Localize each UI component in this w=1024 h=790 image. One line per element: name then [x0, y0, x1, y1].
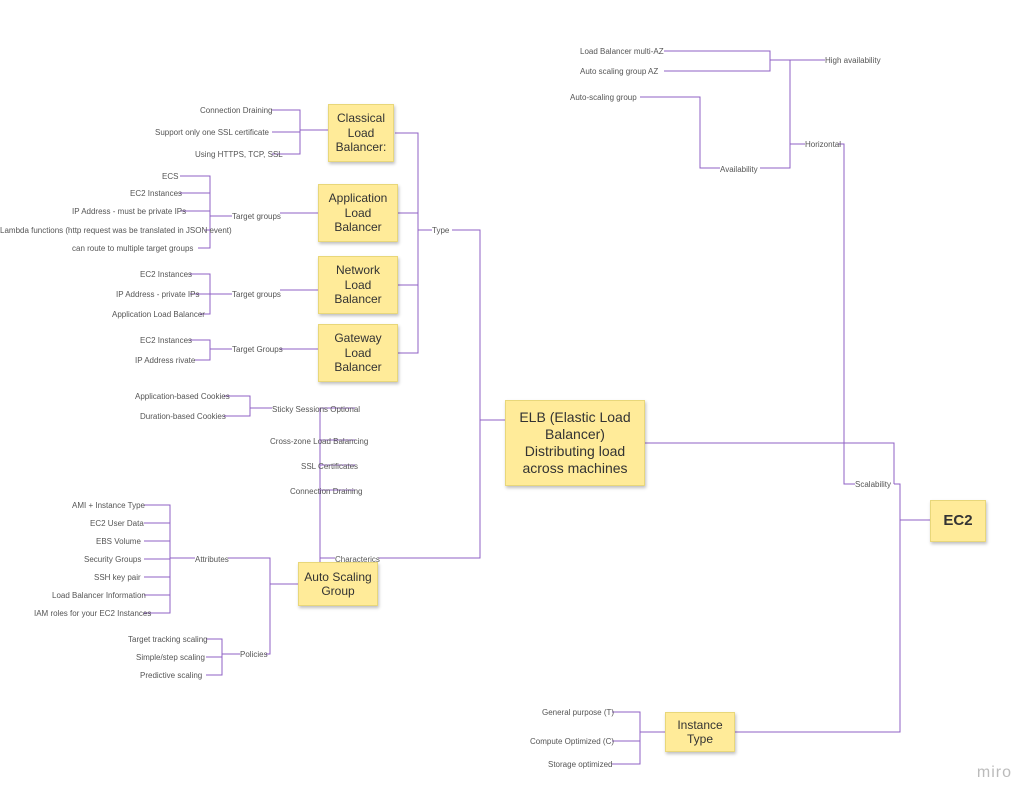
node-network-lb[interactable]: Network Load Balancer — [318, 256, 398, 314]
leaf: EC2 Instances — [130, 189, 182, 198]
leaf: Application-based Cookies — [135, 392, 230, 401]
leaf: Target tracking scaling — [128, 635, 208, 644]
leaf: SSL Certificates — [301, 462, 358, 471]
branch-horizontal: Horizontal — [805, 140, 841, 149]
node-instance-type[interactable]: Instance Type — [665, 712, 735, 752]
leaf: General purpose (T) — [542, 708, 614, 717]
leaf: IAM roles for your EC2 Instances — [34, 609, 151, 618]
leaf: ECS — [162, 172, 178, 181]
leaf: Application Load Balancer — [112, 310, 205, 319]
branch-characteristics: Characterics — [335, 555, 380, 564]
branch-type: Type — [432, 226, 449, 235]
branch-high-availability: High availability — [825, 56, 881, 65]
leaf: Storage optimized — [548, 760, 612, 769]
leaf: EC2 Instances — [140, 270, 192, 279]
leaf: Compute Optimized (C) — [530, 737, 614, 746]
leaf: Duration-based Cookies — [140, 412, 226, 421]
node-label: ELB (Elastic Load Balancer) Distributing… — [510, 409, 640, 476]
node-label: EC2 — [943, 512, 972, 530]
node-label: Application Load Balancer — [323, 191, 393, 234]
leaf: AMI + Instance Type — [72, 501, 145, 510]
leaf: EC2 Instances — [140, 336, 192, 345]
branch-availability: Availability — [720, 165, 758, 174]
leaf: EBS Volume — [96, 537, 141, 546]
branch-target-groups: Target Groups — [232, 345, 283, 354]
branch-policies: Policies — [240, 650, 268, 659]
leaf-asg-az: Auto scaling group AZ — [580, 67, 658, 76]
branch-sticky-sessions: Sticky Sessions Optional — [272, 405, 360, 414]
leaf: IP Address rivate — [135, 356, 195, 365]
leaf: Support only one SSL certificate — [155, 128, 269, 137]
leaf: Lambda functions (http request was be tr… — [0, 226, 232, 235]
node-label: Instance Type — [670, 718, 730, 747]
branch-attributes: Attributes — [195, 555, 229, 564]
node-gateway-lb[interactable]: Gateway Load Balancer — [318, 324, 398, 382]
leaf: IP Address - must be private IPs — [72, 207, 186, 216]
node-asg[interactable]: Auto Scaling Group — [298, 562, 378, 606]
leaf: Using HTTPS, TCP, SSL — [195, 150, 283, 159]
node-label: Auto Scaling Group — [303, 570, 373, 599]
leaf: Connection Draining — [200, 106, 273, 115]
node-label: Network Load Balancer — [323, 263, 393, 306]
leaf-asg-top: Auto-scaling group — [570, 93, 637, 102]
mindmap-canvas[interactable]: EC2 ELB (Elastic Load Balancer) Distribu… — [0, 0, 1024, 790]
branch-scalability: Scalability — [855, 480, 891, 489]
node-elb[interactable]: ELB (Elastic Load Balancer) Distributing… — [505, 400, 645, 486]
leaf: can route to multiple target groups — [72, 244, 193, 253]
leaf: Security Groups — [84, 555, 141, 564]
leaf: SSH key pair — [94, 573, 141, 582]
branch-target-groups: Target groups — [232, 290, 281, 299]
leaf-lb-multi-az: Load Balancer multi-AZ — [580, 47, 664, 56]
branch-target-groups: Target groups — [232, 212, 281, 221]
leaf: Connection Draining — [290, 487, 363, 496]
watermark: miro — [977, 764, 1012, 782]
leaf: Predictive scaling — [140, 671, 202, 680]
node-classical-lb[interactable]: Classical Load Balancer: — [328, 104, 394, 162]
node-application-lb[interactable]: Application Load Balancer — [318, 184, 398, 242]
leaf: IP Address - private IPs — [116, 290, 199, 299]
node-ec2[interactable]: EC2 — [930, 500, 986, 542]
leaf: Simple/step scaling — [136, 653, 205, 662]
node-label: Classical Load Balancer: — [333, 111, 389, 154]
node-label: Gateway Load Balancer — [323, 331, 393, 374]
leaf: EC2 User Data — [90, 519, 144, 528]
leaf: Load Balancer Information — [52, 591, 146, 600]
leaf: Cross-zone Load Balancing — [270, 437, 368, 446]
